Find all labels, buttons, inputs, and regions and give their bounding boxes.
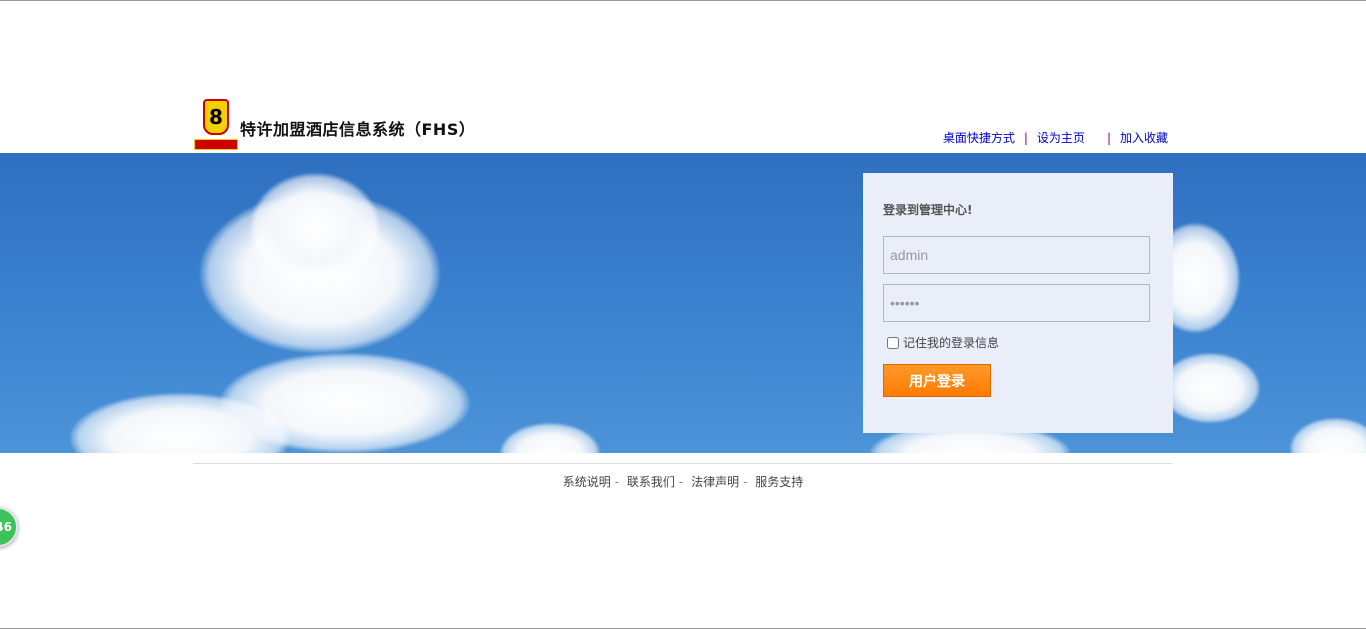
login-button[interactable]: 用户登录	[883, 364, 991, 397]
floating-counter-badge[interactable]: 46	[0, 507, 18, 547]
page-title: 特许加盟酒店信息系统（FHS）	[240, 120, 476, 139]
login-panel: 登录到管理中心! 记住我的登录信息 用户登录	[863, 173, 1173, 433]
password-input[interactable]	[883, 284, 1150, 322]
separator: -	[678, 475, 684, 489]
footer-link-contact[interactable]: 联系我们	[627, 475, 675, 489]
set-homepage-link[interactable]: 设为主页	[1037, 131, 1085, 145]
login-heading: 登录到管理中心!	[883, 203, 973, 217]
separator: |	[1106, 131, 1111, 145]
remember-checkbox[interactable]	[887, 336, 899, 349]
separator: |	[1023, 131, 1028, 145]
add-favorite-link[interactable]: 加入收藏	[1120, 131, 1168, 145]
footer-links: 系统说明 - 联系我们 - 法律声明 - 服务支持	[0, 473, 1366, 490]
separator: -	[614, 475, 620, 489]
username-input[interactable]	[883, 236, 1150, 274]
remember-me[interactable]: 记住我的登录信息	[887, 334, 999, 351]
divider	[193, 463, 1173, 464]
super8-logo: 8	[194, 99, 240, 151]
top-links: 桌面快捷方式 | 设为主页 | 加入收藏	[943, 129, 1168, 146]
separator: -	[743, 475, 748, 489]
sky-banner: 登录到管理中心! 记住我的登录信息 用户登录	[0, 153, 1366, 453]
footer-link-system-info[interactable]: 系统说明	[563, 475, 611, 489]
remember-label: 记住我的登录信息	[903, 336, 1000, 350]
footer-link-legal[interactable]: 法律声明	[691, 475, 739, 489]
footer-link-support[interactable]: 服务支持	[755, 475, 803, 489]
logo-shield: 8	[203, 99, 229, 135]
logo-bar	[194, 139, 238, 150]
desktop-shortcut-link[interactable]: 桌面快捷方式	[943, 131, 1015, 145]
